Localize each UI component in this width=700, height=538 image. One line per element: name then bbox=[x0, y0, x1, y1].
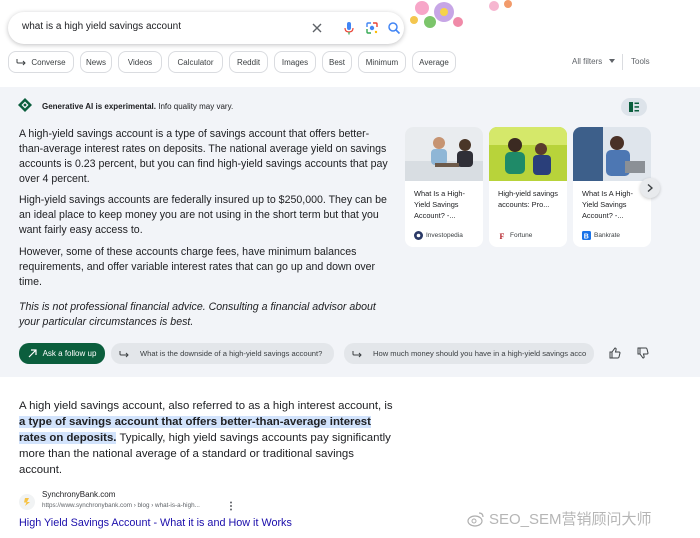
card-title: High-yield savings accounts: Pro... bbox=[498, 189, 558, 209]
site-favicon[interactable] bbox=[19, 494, 35, 510]
suggestion-chip[interactable]: How much money should you have in a high… bbox=[344, 343, 594, 364]
suggestion-label: How much money should you have in a high… bbox=[373, 349, 587, 358]
card-source: Fortune bbox=[510, 232, 533, 239]
suggestion-arrow-icon bbox=[352, 350, 362, 357]
more-options-icon[interactable] bbox=[229, 501, 233, 511]
cards-next-button[interactable] bbox=[640, 178, 660, 198]
chip-minimum[interactable]: Minimum bbox=[358, 51, 406, 73]
suggestion-label: What is the downside of a high-yield sav… bbox=[140, 349, 323, 358]
synchrony-logo-icon bbox=[24, 498, 30, 506]
result-title-link[interactable]: High Yield Savings Account - What it is … bbox=[19, 517, 292, 529]
chip-label: News bbox=[85, 57, 106, 67]
chip-label: Average bbox=[419, 57, 449, 67]
ai-experimental-notice: Generative AI is experimental. Info qual… bbox=[42, 102, 233, 111]
microphone-icon[interactable] bbox=[340, 19, 358, 37]
ai-overview-panel: Generative AI is experimental. Info qual… bbox=[0, 87, 700, 377]
caret-down-icon bbox=[609, 59, 615, 63]
generative-ai-icon bbox=[18, 98, 32, 112]
weibo-icon bbox=[467, 511, 484, 527]
chip-images[interactable]: Images bbox=[274, 51, 316, 73]
doodle-image[interactable] bbox=[408, 0, 520, 34]
ai-notice-bold: Generative AI is experimental. bbox=[42, 102, 156, 111]
site-url[interactable]: https://www.synchronybank.com › blog › w… bbox=[42, 502, 200, 509]
toolbar-divider bbox=[622, 54, 623, 70]
bankrate-icon: B bbox=[582, 231, 591, 240]
chip-news[interactable]: News bbox=[80, 51, 112, 73]
card-thumbnail bbox=[573, 127, 651, 181]
chip-label: Converse bbox=[31, 57, 66, 67]
chip-label: Minimum bbox=[365, 57, 399, 67]
chip-label: Calculator bbox=[177, 57, 214, 67]
thumbs-down-icon[interactable] bbox=[637, 347, 649, 359]
layout-icon bbox=[629, 102, 639, 112]
suggestion-arrow-icon bbox=[119, 350, 129, 357]
card-thumbnail bbox=[489, 127, 567, 181]
snippet-text: A high yield savings account, also refer… bbox=[19, 400, 393, 412]
search-icon[interactable] bbox=[385, 19, 403, 37]
layout-toggle-button[interactable] bbox=[621, 98, 647, 116]
chip-label: Images bbox=[281, 57, 309, 67]
suggestion-chip[interactable]: What is the downside of a high-yield sav… bbox=[111, 343, 334, 364]
tools-button[interactable]: Tools bbox=[631, 57, 650, 66]
chip-videos[interactable]: Videos bbox=[118, 51, 162, 73]
chevron-right-icon bbox=[647, 184, 653, 192]
card-source: Bankrate bbox=[594, 232, 621, 239]
ai-paragraph: However, some of these accounts charge f… bbox=[19, 246, 376, 288]
ai-paragraph: A high-yield savings account is a type o… bbox=[19, 128, 388, 185]
card-title: What Is a High-Yield Savings Account? -.… bbox=[414, 189, 465, 220]
chip-label: Reddit bbox=[236, 57, 261, 67]
thumbs-up-icon[interactable] bbox=[609, 347, 621, 359]
svg-text:B: B bbox=[584, 234, 589, 240]
chip-label: Best bbox=[328, 57, 345, 67]
clear-icon[interactable] bbox=[308, 19, 326, 37]
chip-converse[interactable]: Converse bbox=[8, 51, 74, 73]
search-input[interactable]: what is a high yield savings account bbox=[22, 21, 181, 32]
source-card[interactable]: What Is a High-Yield Savings Account? -.… bbox=[405, 127, 483, 247]
search-box[interactable]: what is a high yield savings account bbox=[8, 12, 404, 44]
converse-arrow-icon bbox=[16, 59, 27, 66]
svg-text:F: F bbox=[500, 232, 505, 240]
ask-follow-up-label: Ask a follow up bbox=[42, 349, 97, 358]
chip-reddit[interactable]: Reddit bbox=[229, 51, 268, 73]
ai-notice-rest: Info quality may vary. bbox=[158, 102, 234, 111]
ai-paragraph: High-yield savings accounts are federall… bbox=[19, 194, 387, 236]
chip-average[interactable]: Average bbox=[412, 51, 456, 73]
chip-calculator[interactable]: Calculator bbox=[168, 51, 223, 73]
watermark: SEO_SEM营销顾问大师 bbox=[467, 508, 652, 529]
chip-best[interactable]: Best bbox=[322, 51, 352, 73]
card-source: Investopedia bbox=[426, 232, 463, 239]
featured-snippet: A high yield savings account, also refer… bbox=[19, 398, 399, 478]
chip-label: Videos bbox=[127, 57, 153, 67]
investopedia-icon bbox=[414, 231, 423, 240]
ask-follow-up-button[interactable]: Ask a follow up bbox=[19, 343, 105, 364]
lens-icon[interactable] bbox=[363, 19, 381, 37]
watermark-text: SEO_SEM营销顾问大师 bbox=[489, 511, 652, 528]
fortune-icon: F bbox=[498, 231, 507, 240]
card-title: What Is A High-Yield Savings Account? -.… bbox=[582, 189, 633, 220]
arrow-up-right-icon bbox=[28, 349, 37, 358]
source-card[interactable]: High-yield savings accounts: Pro... F Fo… bbox=[489, 127, 567, 247]
card-thumbnail bbox=[405, 127, 483, 181]
all-filters-button[interactable]: All filters bbox=[572, 57, 602, 66]
site-name[interactable]: SynchronyBank.com bbox=[42, 490, 115, 499]
ai-disclaimer: This is not professional financial advic… bbox=[19, 301, 376, 328]
